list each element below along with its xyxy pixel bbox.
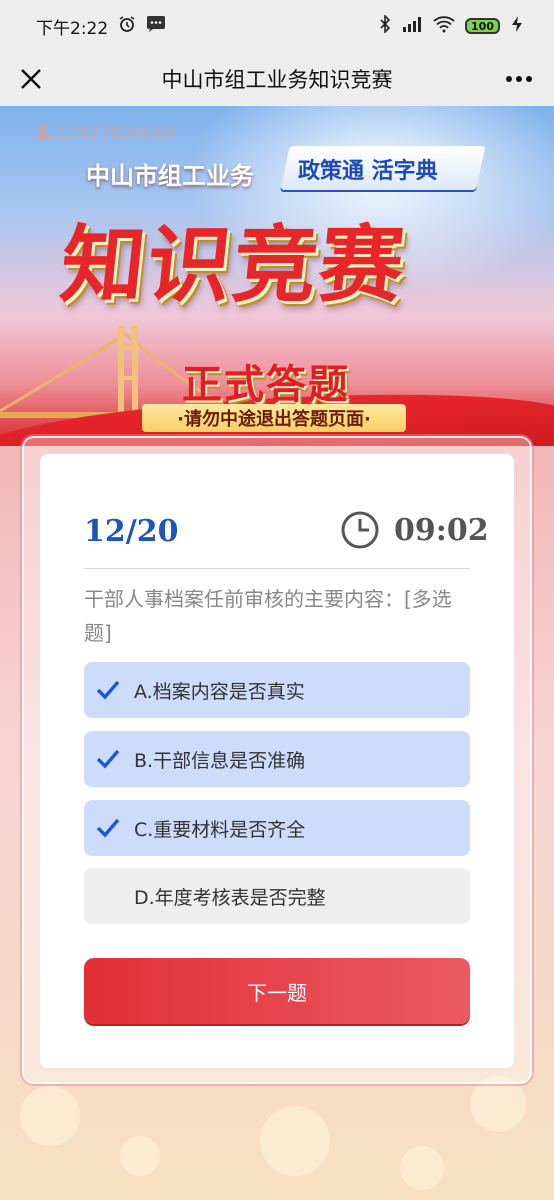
check-icon [84, 818, 132, 838]
option-label: D.年度考核表是否完整 [134, 886, 326, 909]
more-options-icon[interactable] [502, 62, 536, 96]
message-icon [146, 15, 166, 38]
option-label: C.重要材料是否齐全 [134, 818, 306, 841]
banner: 13427039669 中山市组工业务 政策通 活字典 知识竞赛 正式答题 ·请… [0, 106, 554, 446]
phone-number: 13427039669 [56, 123, 175, 144]
bokeh-light [260, 1106, 330, 1176]
status-time: 下午2:22 [36, 18, 109, 39]
charging-icon [510, 15, 524, 37]
bluetooth-icon [379, 14, 391, 37]
next-question-button[interactable]: 下一题 [84, 958, 470, 1024]
option-d[interactable]: D.年度考核表是否完整 [84, 868, 470, 924]
option-c[interactable]: C.重要材料是否齐全 [84, 800, 470, 856]
status-bar: 下午2:22 100 [0, 0, 554, 52]
close-icon[interactable] [14, 62, 48, 96]
option-label: A.档案内容是否真实 [134, 680, 305, 703]
check-icon [84, 680, 132, 700]
timer-value: 09:02 [394, 512, 489, 548]
nav-bar: 中山市组工业务知识竞赛 [0, 52, 554, 106]
timer: 09:02 [340, 510, 489, 550]
alarm-icon [118, 15, 136, 38]
bokeh-light [20, 1086, 80, 1146]
status-right: 100 [379, 14, 524, 37]
option-b[interactable]: B.干部信息是否准确 [84, 731, 470, 787]
banner-subtitle: 中山市组工业务 [86, 161, 254, 190]
battery-indicator: 100 [465, 18, 500, 34]
check-icon [84, 749, 132, 769]
warning-strip: ·请勿中途退出答题页面· [142, 404, 406, 432]
divider [84, 568, 470, 569]
bokeh-light [400, 1146, 444, 1190]
banner-main-title: 知识竞赛 [56, 215, 411, 314]
wifi-icon [433, 15, 455, 37]
status-left: 下午2:22 [36, 14, 166, 39]
page-title: 中山市组工业务知识竞赛 [161, 68, 393, 92]
exam-title: 正式答题 [182, 361, 350, 408]
question-progress: 12/20 [84, 514, 179, 549]
signal-icon [401, 15, 423, 37]
bokeh-light [470, 1076, 526, 1132]
option-label: B.干部信息是否准确 [134, 749, 306, 772]
option-a[interactable]: A.档案内容是否真实 [84, 662, 470, 718]
user-icon [34, 122, 52, 145]
clock-icon [341, 511, 379, 549]
bokeh-light [120, 1136, 160, 1176]
user-phone: 13427039669 [34, 122, 175, 145]
banner-ribbon-text: 政策通 活字典 [298, 158, 438, 184]
question-text: 干部人事档案任前审核的主要内容：[多选题] [84, 587, 452, 645]
